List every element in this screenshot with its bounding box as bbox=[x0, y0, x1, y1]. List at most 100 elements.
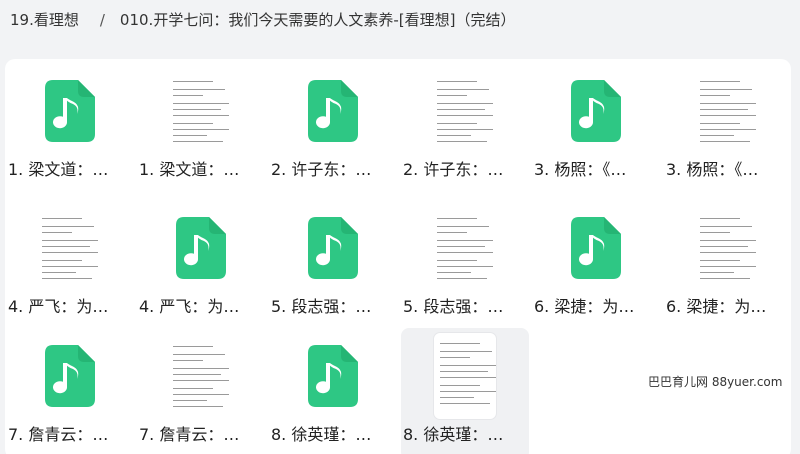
music-note-file-icon bbox=[308, 217, 358, 279]
audio-file-item[interactable]: 1. 梁文道：… bbox=[6, 63, 134, 195]
document-text-line bbox=[440, 343, 480, 344]
file-name: 3. 杨照：《… bbox=[666, 160, 759, 179]
document-text-line bbox=[173, 95, 203, 96]
file-name: 1. 梁文道：… bbox=[8, 160, 109, 179]
document-text-line bbox=[700, 123, 740, 124]
file-name: 4. 严飞：为… bbox=[8, 297, 109, 316]
document-text-line bbox=[437, 252, 493, 253]
document-text-line bbox=[437, 115, 493, 116]
document-text-line bbox=[173, 89, 225, 90]
audio-thumbnail bbox=[6, 336, 134, 416]
document-text-line bbox=[437, 103, 493, 104]
document-text-line bbox=[700, 260, 740, 261]
document-text-line bbox=[437, 95, 467, 96]
document-text-line bbox=[437, 129, 493, 130]
document-text-line bbox=[173, 103, 229, 104]
breadcrumb-parent[interactable]: 19.看理想 bbox=[10, 9, 79, 30]
document-preview bbox=[167, 71, 235, 151]
document-text-line bbox=[700, 81, 740, 82]
document-text-line bbox=[437, 240, 493, 241]
document-thumbnail bbox=[6, 208, 134, 288]
document-text-line bbox=[437, 141, 487, 142]
music-note-file-icon bbox=[308, 345, 358, 407]
audio-thumbnail bbox=[269, 336, 397, 416]
document-thumbnail bbox=[401, 71, 529, 151]
file-name: 8. 徐英瑾：… bbox=[271, 425, 372, 444]
audio-file-item[interactable]: 3. 杨照：《… bbox=[532, 63, 660, 195]
document-preview bbox=[167, 336, 235, 416]
document-file-item[interactable]: 6. 梁捷：为… bbox=[664, 200, 792, 332]
audio-file-item[interactable]: 8. 徐英瑾：… bbox=[269, 328, 397, 454]
document-text-line bbox=[173, 141, 223, 142]
audio-file-item[interactable]: 2. 许子东：… bbox=[269, 63, 397, 195]
document-text-line bbox=[700, 129, 756, 130]
document-file-item[interactable]: 3. 杨照：《… bbox=[664, 63, 792, 195]
file-name: 1. 梁文道：… bbox=[139, 160, 240, 179]
document-text-line bbox=[440, 377, 496, 378]
document-thumbnail bbox=[137, 336, 265, 416]
document-preview bbox=[694, 71, 762, 151]
document-text-line bbox=[440, 371, 488, 372]
document-text-line bbox=[437, 123, 477, 124]
document-text-line bbox=[42, 252, 98, 253]
document-text-line bbox=[173, 394, 229, 395]
document-text-line bbox=[173, 374, 221, 375]
document-text-line bbox=[173, 123, 213, 124]
document-text-line bbox=[437, 260, 477, 261]
document-file-item[interactable]: 8. 徐英瑾：… bbox=[401, 328, 529, 454]
audio-thumbnail bbox=[6, 71, 134, 151]
file-name: 6. 梁捷：为… bbox=[534, 297, 635, 316]
document-text-line bbox=[700, 109, 748, 110]
document-text-line bbox=[42, 260, 82, 261]
document-preview bbox=[36, 208, 104, 288]
file-name: 5. 段志强：… bbox=[403, 297, 504, 316]
document-text-line bbox=[700, 135, 734, 136]
document-text-line bbox=[42, 240, 98, 241]
document-text-line bbox=[42, 226, 94, 227]
document-text-line bbox=[42, 218, 82, 219]
file-grid: 1. 梁文道：… 1. 梁文道：… 2. 许子东：… 2. 许子东：… 3. 杨照：《…… bbox=[5, 59, 795, 454]
document-text-line bbox=[437, 218, 477, 219]
document-text-line bbox=[437, 89, 489, 90]
file-name: 5. 段志强：… bbox=[271, 297, 372, 316]
document-text-line bbox=[173, 400, 207, 401]
document-text-line bbox=[42, 272, 76, 273]
document-text-line bbox=[173, 129, 229, 130]
document-text-line bbox=[437, 226, 489, 227]
music-note-file-icon bbox=[45, 80, 95, 142]
document-file-item[interactable]: 2. 许子东：… bbox=[401, 63, 529, 195]
audio-thumbnail bbox=[269, 71, 397, 151]
document-text-line bbox=[173, 406, 223, 407]
music-note-file-icon bbox=[308, 80, 358, 142]
document-text-line bbox=[700, 103, 756, 104]
document-text-line bbox=[440, 385, 480, 386]
document-text-line bbox=[700, 278, 750, 279]
file-name: 6. 梁捷：为… bbox=[666, 297, 767, 316]
document-thumbnail bbox=[401, 333, 529, 419]
audio-thumbnail bbox=[532, 208, 660, 288]
document-thumbnail bbox=[137, 71, 265, 151]
audio-file-item[interactable]: 6. 梁捷：为… bbox=[532, 200, 660, 332]
document-preview bbox=[431, 208, 499, 288]
document-preview bbox=[431, 71, 499, 151]
document-file-item[interactable]: 4. 严飞：为… bbox=[6, 200, 134, 332]
document-text-line bbox=[173, 368, 229, 369]
document-file-item[interactable]: 7. 詹青云：… bbox=[137, 328, 265, 454]
document-text-line bbox=[700, 252, 756, 253]
document-text-line bbox=[700, 240, 756, 241]
audio-file-item[interactable]: 4. 严飞：为… bbox=[137, 200, 265, 332]
watermark: 巴巴育儿网 88yuer.com bbox=[648, 375, 783, 389]
document-file-item[interactable]: 1. 梁文道：… bbox=[137, 63, 265, 195]
breadcrumb: 19.看理想 / 010.开学七问：我们今天需要的人文素养-[看理想]（完结） bbox=[10, 9, 515, 30]
document-text-line bbox=[173, 388, 213, 389]
document-text-line bbox=[437, 266, 493, 267]
document-text-line bbox=[173, 380, 229, 381]
document-preview bbox=[434, 333, 496, 419]
document-file-item[interactable]: 5. 段志强：… bbox=[401, 200, 529, 332]
document-text-line bbox=[700, 266, 756, 267]
document-text-line bbox=[173, 346, 213, 347]
audio-file-item[interactable]: 7. 詹青云：… bbox=[6, 328, 134, 454]
audio-file-item[interactable]: 5. 段志强：… bbox=[269, 200, 397, 332]
document-text-line bbox=[440, 403, 490, 404]
document-text-line bbox=[437, 109, 485, 110]
